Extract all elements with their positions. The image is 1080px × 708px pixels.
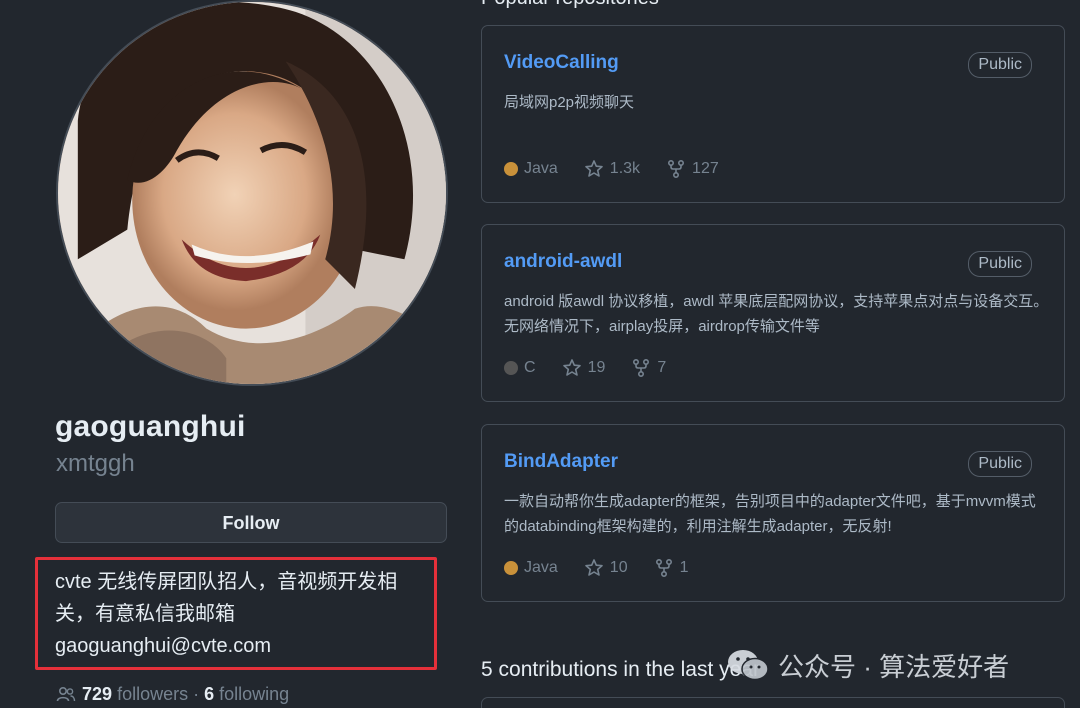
repo-card-videocalling: VideoCalling Public 局域网p2p视频聊天 Java 1.3k… [481,25,1065,203]
repo-description: 局域网p2p视频聊天 [504,94,635,111]
visibility-badge: Public [968,451,1032,477]
bio-line: 关，有意私信我邮箱 [55,603,235,625]
repo-meta: Java 10 1 [504,557,715,579]
language-color-dot [504,361,518,375]
forks-count: 7 [657,359,667,376]
forks-count: 127 [692,160,719,177]
stars-count: 1.3k [609,160,641,177]
repo-stars[interactable]: 1.3k [584,159,640,179]
visibility-badge: Public [968,52,1032,78]
repo-stars[interactable]: 10 [584,558,628,578]
forks-count: 1 [679,559,689,576]
contribution-graph [481,697,1065,708]
avatar[interactable] [56,0,448,386]
repo-forks[interactable]: 7 [631,358,666,378]
follow-button[interactable]: Follow [55,502,447,543]
repo-meta: C 19 7 [504,357,692,379]
star-icon [562,359,581,376]
stars-count: 10 [609,559,628,576]
following-count: 6 [204,684,215,704]
repo-language: C [504,359,536,377]
followers-count: 729 [82,684,113,704]
following-link[interactable]: 6 following [204,684,289,704]
star-icon [584,160,603,177]
fork-icon [668,159,685,179]
fork-icon [655,558,672,578]
profile-login: xmtggh [56,450,135,477]
follow-stats: 729 followers · 6 following [56,684,289,705]
repo-language: Java [504,160,558,178]
repo-forks[interactable]: 127 [666,159,719,179]
repo-meta: Java 1.3k 127 [504,158,745,180]
language-label: C [524,359,536,376]
repo-language: Java [504,559,558,577]
language-color-dot [504,162,518,176]
repo-forks[interactable]: 1 [654,558,689,578]
avatar-photo [58,2,446,384]
visibility-badge: Public [968,251,1032,277]
watermark: 公众号 · 算法爱好者 [726,645,1009,685]
popular-repositories-title: Popular repositories [481,0,659,10]
star-icon [584,559,603,576]
language-color-dot [504,561,518,575]
repo-description: 一款自动帮你生成adapter的框架，告别项目中的adapter文件吧，基于mv… [504,493,1036,535]
contributions-title: 5 contributions in the last year [481,658,760,681]
wechat-icon [728,650,769,681]
repo-name-link[interactable]: VideoCalling [504,52,619,74]
repo-card-bindadapter: BindAdapter Public 一款自动帮你生成adapter的框架，告别… [481,424,1065,602]
people-icon [56,686,76,702]
followers-label: followers [117,684,189,704]
stats-separator: · [193,684,200,704]
profile-name: gaoguanghui [55,410,246,443]
fork-icon [633,358,650,378]
profile-bio: cvte 无线传屏团队招人，音视频开发相 关，有意私信我邮箱 gaoguangh… [55,566,435,662]
followers-link[interactable]: 729 followers [82,684,188,704]
profile-page: gaoguanghui xmtggh Follow cvte 无线传屏团队招人，… [0,0,1080,708]
repo-name-link[interactable]: android-awdl [504,251,622,273]
language-label: Java [524,160,558,177]
repo-stars[interactable]: 19 [562,358,606,378]
bio-email[interactable]: gaoguanghui@cvte.com [55,630,435,662]
following-label: following [219,684,290,704]
watermark-text: 公众号 · 算法爱好者 [778,651,1010,682]
bio-line: cvte 无线传屏团队招人，音视频开发相 [55,571,398,593]
repo-description: android 版awdl 协议移植，awdl 苹果底层配网协议，支持苹果点对点… [504,293,1049,335]
stars-count: 19 [587,359,606,376]
repo-card-android-awdl: android-awdl Public android 版awdl 协议移植，a… [481,224,1065,402]
repo-name-link[interactable]: BindAdapter [504,451,618,473]
language-label: Java [524,559,558,576]
